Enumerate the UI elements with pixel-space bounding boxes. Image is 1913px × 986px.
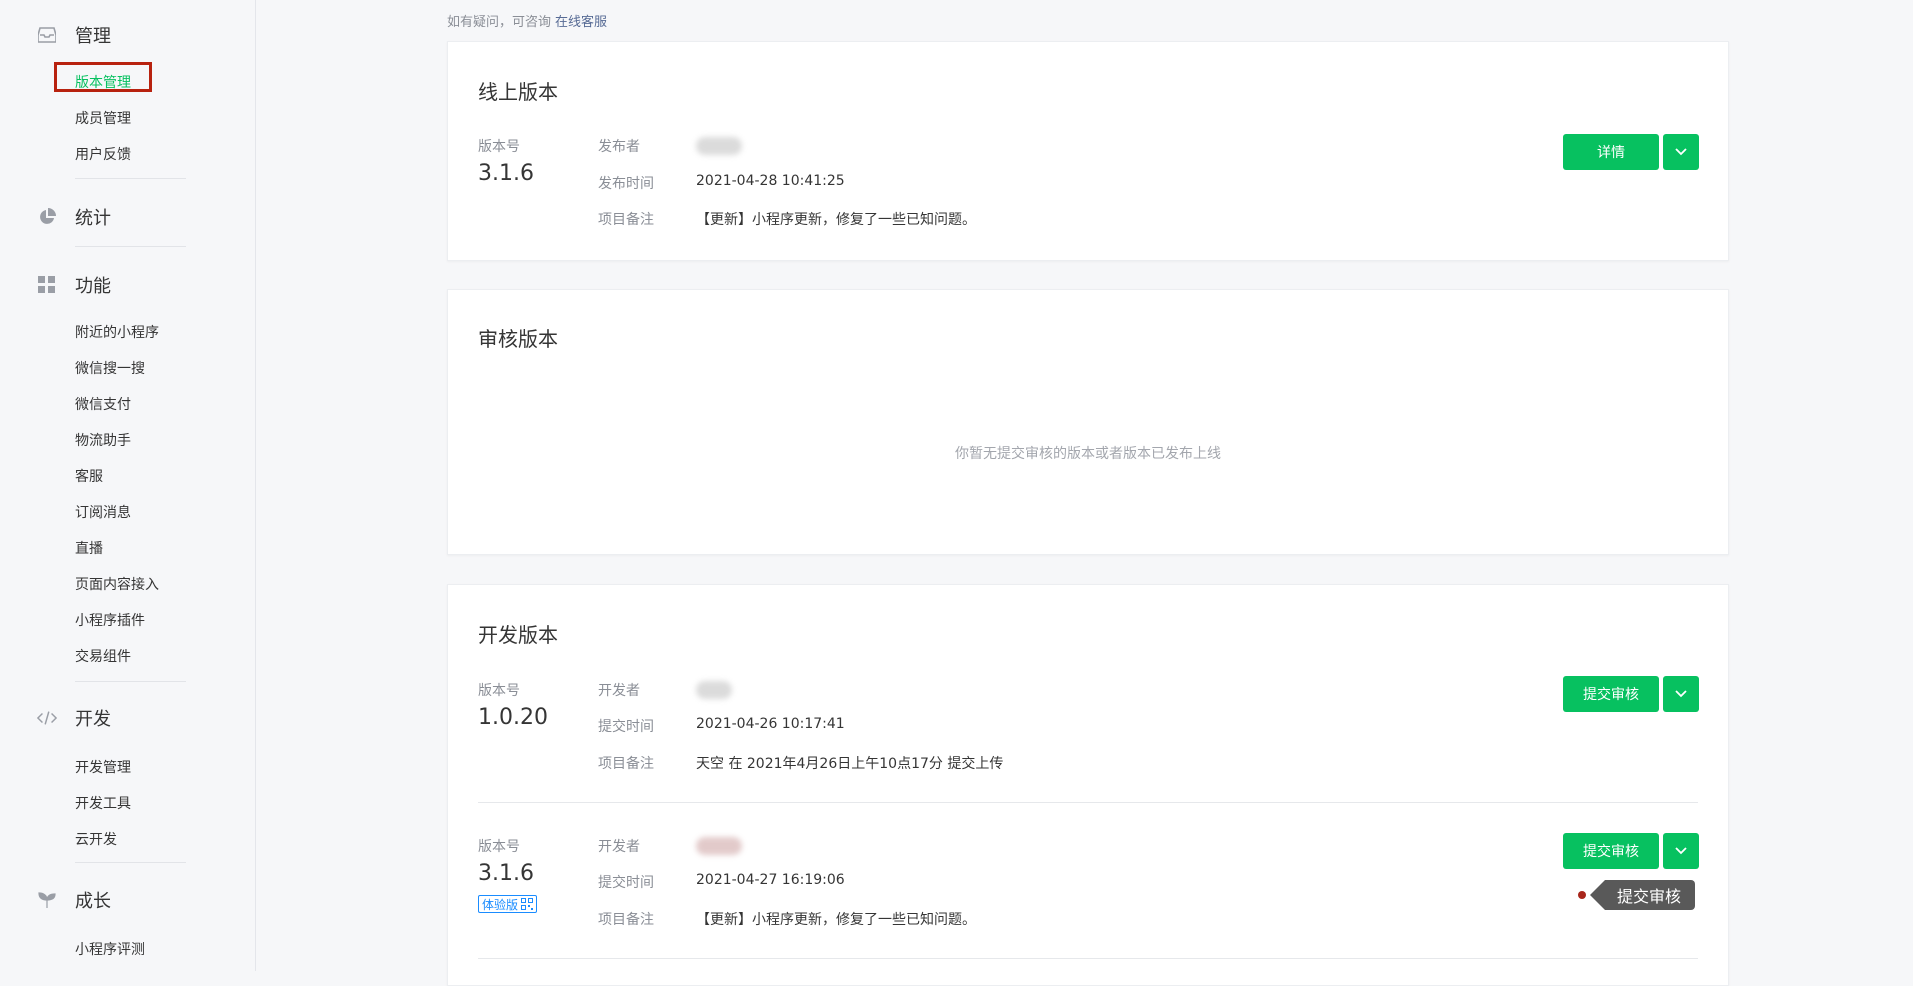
note-text: 天空 在 2021年4月26日上午10点17分 提交上传 [696,756,1004,772]
sidebar-divider [75,178,186,179]
sidebar-item-trade-component[interactable]: 交易组件 [75,646,131,666]
nav-group-growth[interactable]: 成长 [37,887,111,913]
row-divider [478,802,1698,803]
submit-review-button[interactable]: 提交审核 [1563,833,1659,869]
more-dropdown-button[interactable] [1663,676,1699,712]
chevron-down-icon [1675,847,1687,855]
sidebar-divider [75,681,186,682]
submit-review-tooltip: 提交审核 [1589,880,1696,910]
sidebar-item-dev-management[interactable]: 开发管理 [75,757,131,777]
submit-review-button[interactable]: 提交审核 [1563,676,1659,712]
note-text: 【更新】小程序更新，修复了一些已知问题。 [696,212,976,228]
pie-chart-icon [37,207,57,227]
nav-group-title: 统计 [75,208,111,229]
sidebar-item-version-management[interactable]: 版本管理 [75,72,131,92]
online-version-card: 线上版本 版本号 3.1.6 发布者 发布时间 2021-04-28 10:41… [447,41,1729,261]
version-number: 3.1.6 [478,161,534,186]
sidebar-item-plugins[interactable]: 小程序插件 [75,610,145,630]
sidebar-item-wechat-pay[interactable]: 微信支付 [75,394,131,414]
experience-version-badge[interactable]: 体验版 [478,895,538,913]
chevron-down-icon [1675,148,1687,156]
version-label: 版本号 [478,683,520,699]
nav-group-stats[interactable]: 统计 [37,204,111,230]
sidebar: 管理 版本管理 成员管理 用户反馈 统计 功能 附近的小程序 微信搜一搜 微信支… [0,0,256,971]
help-text: 如有疑问，可咨询 在线客服 [447,11,607,30]
dev-version-card: 开发版本 版本号 1.0.20 开发者 提交时间 2021-04-26 10:1… [447,584,1729,986]
sidebar-divider [75,246,186,247]
version-number: 3.1.6 [478,861,534,886]
row-divider [478,958,1698,959]
publisher-label: 发布者 [598,139,640,155]
sidebar-item-cloud-dev[interactable]: 云开发 [75,829,117,849]
detail-button[interactable]: 详情 [1563,134,1659,170]
version-number: 1.0.20 [478,705,548,730]
sidebar-item-dev-tools[interactable]: 开发工具 [75,793,131,813]
badge-label: 体验版 [482,897,519,912]
card-title: 开发版本 [478,623,558,647]
more-dropdown-button[interactable] [1663,833,1699,869]
sidebar-item-user-feedback[interactable]: 用户反馈 [75,144,131,164]
nav-group-title: 开发 [75,709,111,730]
empty-message: 你暂无提交审核的版本或者版本已发布上线 [955,446,1221,462]
submit-time-label: 提交时间 [598,875,654,891]
sidebar-item-wechat-search[interactable]: 微信搜一搜 [75,358,145,378]
note-text: 【更新】小程序更新，修复了一些已知问题。 [696,912,976,928]
submit-time-label: 提交时间 [598,719,654,735]
grid-icon [37,275,57,295]
inbox-icon [37,25,57,45]
publish-time: 2021-04-28 10:41:25 [696,173,845,189]
sidebar-item-logistics[interactable]: 物流助手 [75,430,131,450]
publish-time-label: 发布时间 [598,176,654,192]
version-label: 版本号 [478,139,520,155]
nav-group-features[interactable]: 功能 [37,272,111,298]
nav-group-title: 功能 [75,276,111,297]
submit-time: 2021-04-27 16:19:06 [696,872,845,888]
nav-group-title: 管理 [75,26,111,47]
developer-name-blurred [696,837,742,855]
sidebar-item-subscribe-message[interactable]: 订阅消息 [75,502,131,522]
developer-label: 开发者 [598,839,640,855]
note-label: 项目备注 [598,912,654,928]
sidebar-item-member-management[interactable]: 成员管理 [75,108,131,128]
version-label: 版本号 [478,839,520,855]
sprout-icon [37,890,57,910]
qrcode-icon [521,898,534,910]
sidebar-item-nearby-miniprogram[interactable]: 附近的小程序 [75,322,159,342]
chevron-down-icon [1675,690,1687,698]
submit-time: 2021-04-26 10:17:41 [696,716,845,732]
developer-label: 开发者 [598,683,640,699]
developer-name-blurred [696,681,732,699]
sidebar-item-live[interactable]: 直播 [75,538,103,558]
online-service-link[interactable]: 在线客服 [555,15,607,30]
card-title: 审核版本 [478,327,558,351]
help-label: 如有疑问，可咨询 [447,15,552,30]
sidebar-item-miniprogram-review[interactable]: 小程序评测 [75,939,145,959]
sidebar-item-customer-service[interactable]: 客服 [75,466,103,486]
note-label: 项目备注 [598,212,654,228]
card-title: 线上版本 [478,80,558,104]
sidebar-divider [75,862,186,863]
nav-group-develop[interactable]: 开发 [37,705,111,731]
step-indicator-dot [1578,891,1586,899]
note-label: 项目备注 [598,756,654,772]
code-icon [37,708,57,728]
more-dropdown-button[interactable] [1663,134,1699,170]
sidebar-item-page-content[interactable]: 页面内容接入 [75,574,159,594]
publisher-name-blurred [696,137,742,155]
review-version-card: 审核版本 你暂无提交审核的版本或者版本已发布上线 [447,289,1729,555]
nav-group-title: 成长 [75,891,111,912]
nav-group-manage[interactable]: 管理 [37,22,111,48]
